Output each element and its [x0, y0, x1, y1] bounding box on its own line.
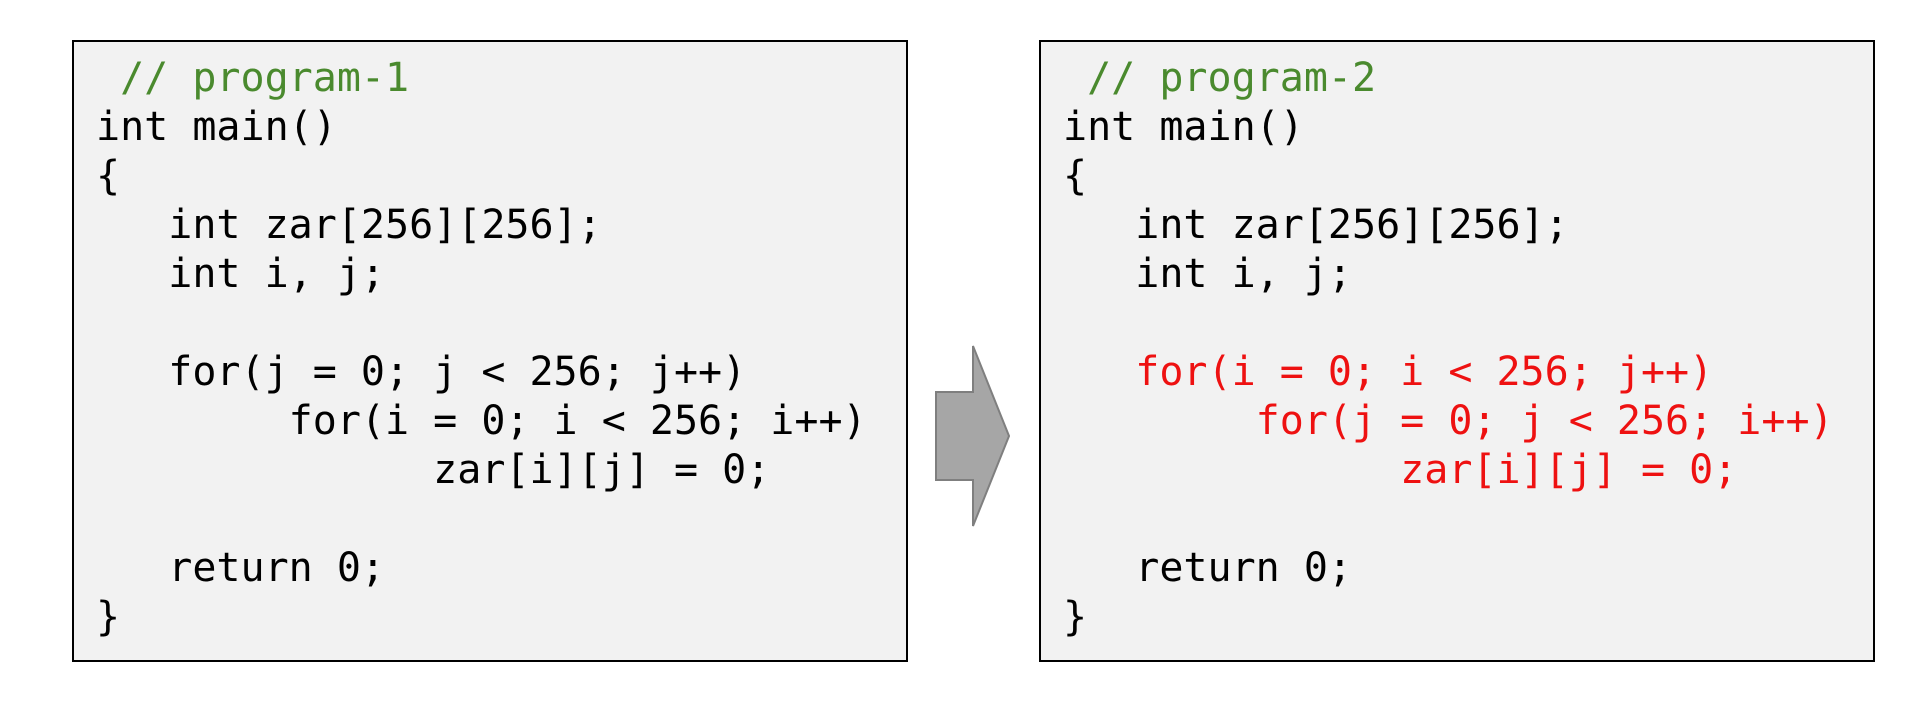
- code-line: }: [1063, 594, 1088, 640]
- code-line: {: [1063, 153, 1088, 199]
- code-line: }: [96, 594, 121, 640]
- code-line: int main(): [96, 104, 337, 150]
- code-line: int zar[256][256];: [1063, 202, 1569, 248]
- code-line: zar[i][j] = 0;: [96, 447, 771, 493]
- code-line: int zar[256][256];: [96, 202, 602, 248]
- code-line: for(j = 0; j < 256; j++): [96, 349, 747, 395]
- code-line: return 0;: [1063, 545, 1352, 591]
- program-1-code-panel: // program-1 int main(){ int zar[256][256…: [72, 40, 908, 662]
- code-line: zar[i][j] = 0;: [1063, 447, 1738, 493]
- program-2-code-block: // program-2 int main(){ int zar[256][256…: [1063, 54, 1834, 642]
- code-line: int i, j;: [1063, 251, 1352, 297]
- right-arrow-icon: [935, 345, 1010, 527]
- code-line: for(i = 0; i < 256; i++): [96, 398, 867, 444]
- code-line: int main(): [1063, 104, 1304, 150]
- code-line: // program-1: [96, 55, 410, 101]
- code-line: {: [96, 153, 121, 199]
- program-1-code-block: // program-1 int main(){ int zar[256][256…: [96, 54, 867, 642]
- code-line: // program-2: [1063, 55, 1377, 101]
- code-line: for(i = 0; i < 256; j++): [1063, 349, 1714, 395]
- code-line: for(j = 0; j < 256; i++): [1063, 398, 1834, 444]
- program-2-code-panel: // program-2 int main(){ int zar[256][256…: [1039, 40, 1875, 662]
- code-line: int i, j;: [96, 251, 385, 297]
- code-line: return 0;: [96, 545, 385, 591]
